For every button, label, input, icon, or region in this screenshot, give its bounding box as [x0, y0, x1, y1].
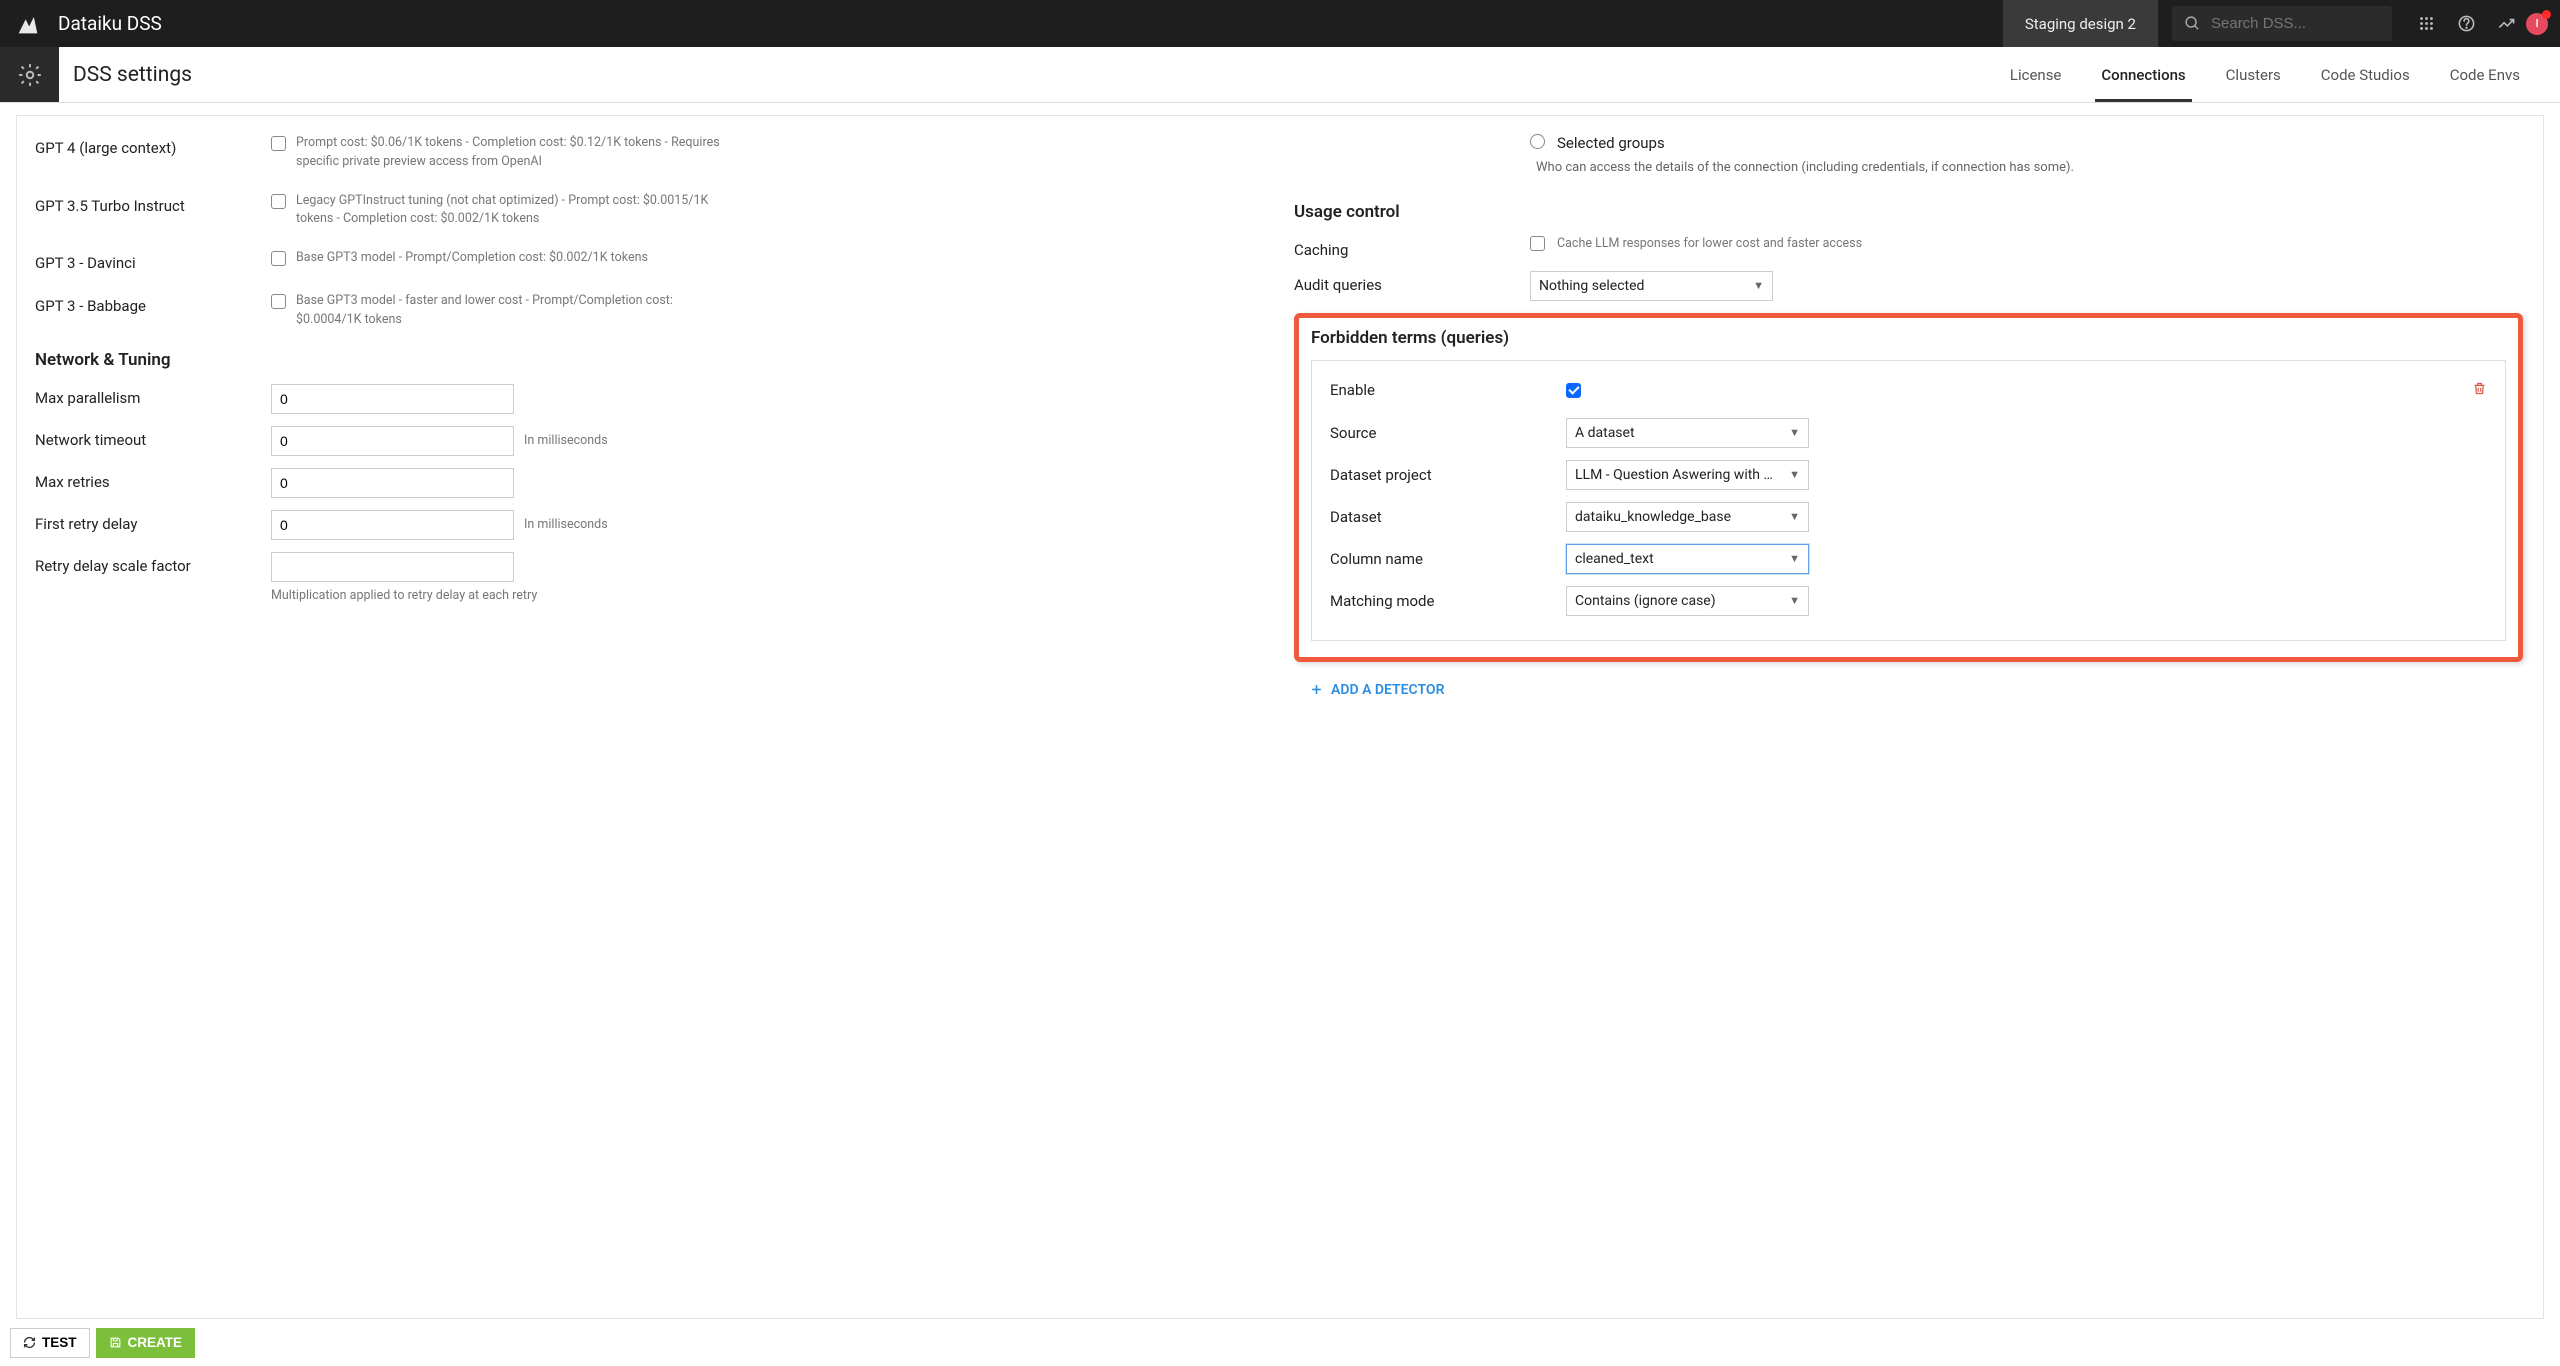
network-tuning-title: Network & Tuning [35, 350, 1260, 370]
help-icon[interactable] [2446, 14, 2486, 33]
max-parallelism-input[interactable] [271, 384, 514, 414]
tab-license[interactable]: License [1990, 47, 2082, 102]
network-timeout-hint: In milliseconds [524, 433, 608, 448]
first-retry-delay-hint: In milliseconds [524, 517, 608, 532]
dataiku-logo-icon[interactable] [14, 10, 42, 38]
retry-scale-input[interactable] [271, 552, 514, 582]
forbidden-delete-button[interactable] [2472, 381, 2487, 400]
audit-queries-label: Audit queries [1294, 271, 1530, 294]
tab-connections[interactable]: Connections [2081, 47, 2205, 102]
user-avatar[interactable]: I [2526, 13, 2548, 35]
forbidden-source-select[interactable]: A dataset▼ [1566, 418, 1809, 448]
tab-code-envs[interactable]: Code Envs [2430, 47, 2540, 102]
model-gpt4-large-checkbox[interactable] [271, 136, 286, 151]
forbidden-source-label: Source [1330, 424, 1566, 442]
model-gpt3-babbage-label: GPT 3 - Babbage [35, 292, 271, 315]
model-gpt3-babbage-desc: Base GPT3 model - faster and lower cost … [296, 292, 736, 330]
settings-tabs: License Connections Clusters Code Studio… [1990, 47, 2560, 102]
forbidden-column-select[interactable]: cleaned_text▼ [1566, 544, 1809, 574]
forbidden-column-label: Column name [1330, 550, 1566, 568]
trash-icon [2472, 381, 2487, 396]
caret-down-icon: ▼ [1789, 426, 1800, 439]
model-gpt3-babbage-checkbox[interactable] [271, 294, 286, 309]
test-button[interactable]: TEST [10, 1328, 90, 1358]
brand-title: Dataiku DSS [58, 12, 162, 35]
model-gpt3-davinci-desc: Base GPT3 model - Prompt/Completion cost… [296, 249, 648, 268]
model-gpt4-large-desc: Prompt cost: $0.06/1K tokens - Completio… [296, 134, 736, 172]
first-retry-delay-label: First retry delay [35, 510, 271, 533]
forbidden-enable-checkbox[interactable] [1566, 383, 1581, 398]
settings-gear-icon[interactable] [0, 47, 59, 102]
network-timeout-label: Network timeout [35, 426, 271, 449]
model-gpt35-instruct-desc: Legacy GPTInstruct tuning (not chat opti… [296, 192, 736, 230]
usage-control-title: Usage control [1294, 202, 2523, 222]
plus-icon [1310, 683, 1323, 696]
add-detector-button[interactable]: ADD A DETECTOR [1294, 682, 2523, 698]
model-gpt3-davinci-label: GPT 3 - Davinci [35, 249, 271, 272]
search-input[interactable] [2211, 15, 2380, 32]
retry-scale-label: Retry delay scale factor [35, 552, 271, 575]
forbidden-matching-label: Matching mode [1330, 592, 1566, 610]
max-parallelism-label: Max parallelism [35, 384, 271, 407]
search-icon [2184, 15, 2201, 32]
activity-icon[interactable] [2486, 14, 2526, 33]
caret-down-icon: ▼ [1789, 510, 1800, 523]
retry-scale-hint: Multiplication applied to retry delay at… [271, 588, 1260, 603]
forbidden-enable-label: Enable [1330, 381, 1566, 399]
audit-queries-select[interactable]: Nothing selected▼ [1530, 271, 1773, 301]
selected-groups-radio[interactable] [1530, 134, 1545, 149]
search-box[interactable] [2172, 6, 2392, 41]
model-gpt35-instruct-checkbox[interactable] [271, 194, 286, 209]
model-gpt3-davinci-checkbox[interactable] [271, 251, 286, 266]
notification-dot-icon [2542, 10, 2551, 19]
forbidden-project-label: Dataset project [1330, 466, 1566, 484]
forbidden-matching-select[interactable]: Contains (ignore case)▼ [1566, 586, 1809, 616]
forbidden-dataset-label: Dataset [1330, 508, 1566, 526]
create-button[interactable]: CREATE [96, 1328, 196, 1358]
caching-desc: Cache LLM responses for lower cost and f… [1557, 236, 1862, 251]
apps-icon[interactable] [2406, 15, 2446, 32]
first-retry-delay-input[interactable] [271, 510, 514, 540]
caret-down-icon: ▼ [1789, 594, 1800, 607]
caret-down-icon: ▼ [1789, 468, 1800, 481]
forbidden-terms-section: Forbidden terms (queries) Enable Source … [1294, 313, 2523, 662]
page-title: DSS settings [59, 47, 192, 102]
caching-checkbox[interactable] [1530, 236, 1545, 251]
model-gpt4-large-label: GPT 4 (large context) [35, 134, 271, 157]
selected-groups-label: Selected groups [1557, 134, 1665, 152]
save-icon [109, 1336, 122, 1349]
forbidden-dataset-select[interactable]: dataiku_knowledge_base▼ [1566, 502, 1809, 532]
caret-down-icon: ▼ [1753, 279, 1764, 292]
network-timeout-input[interactable] [271, 426, 514, 456]
caching-label: Caching [1294, 236, 1530, 259]
refresh-icon [23, 1336, 36, 1349]
max-retries-input[interactable] [271, 468, 514, 498]
caret-down-icon: ▼ [1789, 552, 1800, 565]
max-retries-label: Max retries [35, 468, 271, 491]
selected-groups-desc: Who can access the details of the connec… [1294, 158, 2523, 178]
tab-code-studios[interactable]: Code Studios [2301, 47, 2430, 102]
model-gpt35-instruct-label: GPT 3.5 Turbo Instruct [35, 192, 271, 215]
forbidden-terms-title: Forbidden terms (queries) [1311, 328, 2506, 348]
tab-clusters[interactable]: Clusters [2206, 47, 2301, 102]
forbidden-project-select[interactable]: LLM - Question Aswering with …▼ [1566, 460, 1809, 490]
env-badge[interactable]: Staging design 2 [2003, 0, 2158, 47]
